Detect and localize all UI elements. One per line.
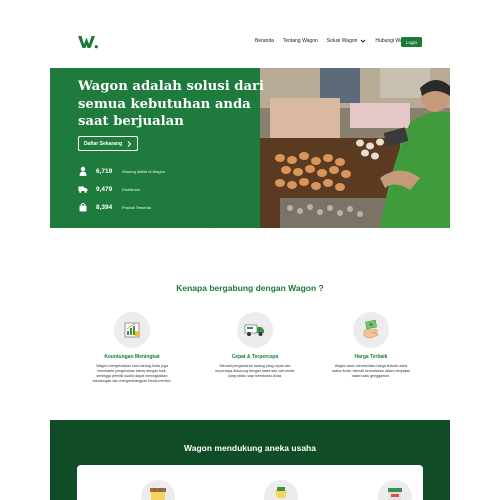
stat-label: Distributor xyxy=(122,186,141,192)
feature-description: Wagon akan memberikan harga terbaik untu… xyxy=(331,364,411,379)
stat-value: 6,719 xyxy=(96,167,113,175)
hero-title: Wagon adalah solusi dari semua kebutuhan… xyxy=(78,79,265,129)
business-types-card xyxy=(77,465,423,500)
stat-distributor: 9,479 Distributor xyxy=(78,183,140,195)
register-now-button[interactable]: Daftar Sekarang xyxy=(78,136,138,151)
feature-title: Keuntungan Meningkat xyxy=(104,354,160,360)
feature-keuntungan: Keuntungan Meningkat Wagon mengelolakan … xyxy=(82,312,182,384)
truck-icon xyxy=(78,186,88,193)
support-title: Wagon mendukung aneka usaha xyxy=(184,443,316,453)
shop-icon xyxy=(150,488,166,500)
feature-icon-circle xyxy=(353,312,389,348)
business-icon-circle[interactable] xyxy=(141,480,175,500)
register-now-label: Daftar Sekarang xyxy=(83,140,123,147)
bag-icon xyxy=(79,203,87,212)
stat-value: 8,394 xyxy=(96,203,113,211)
feature-harga: Harga Terbaik Wagon akan memberikan harg… xyxy=(321,312,421,379)
business-icon-circle[interactable] xyxy=(378,480,412,500)
feature-description: Nikmati pengantaran barang yang cepat da… xyxy=(215,364,295,379)
cart-icon xyxy=(275,487,287,498)
business-icon-circle[interactable] xyxy=(264,480,298,500)
feature-icon-circle xyxy=(114,312,150,348)
store-icon xyxy=(388,488,402,500)
delivery-truck-icon xyxy=(244,324,264,336)
person-icon xyxy=(79,166,87,176)
stat-warung: 6,719 Warung daftar di Wagon xyxy=(78,165,165,177)
chart-icon xyxy=(124,322,140,338)
feature-icon-circle xyxy=(237,312,273,348)
feature-cepat: Cepat & Terpercaya Nikmati pengantaran b… xyxy=(205,312,305,379)
nav-tentang[interactable]: Tentang Wagon xyxy=(283,38,318,44)
why-join-title: Kenapa bergabung dengan Wagon ? xyxy=(176,283,324,293)
stat-label: Warung daftar di Wagon xyxy=(122,168,166,174)
money-hand-icon xyxy=(363,319,379,339)
feature-title: Cepat & Terpercaya xyxy=(231,354,279,360)
login-button[interactable]: Login xyxy=(401,37,422,47)
nav-solusi: Solusi Wagon xyxy=(326,38,358,44)
chevron-right-icon xyxy=(127,140,132,147)
feature-title: Harga Terbaik xyxy=(354,354,388,360)
nav-beranda[interactable]: Beranda xyxy=(255,38,274,44)
hero-banner: Wagon adalah solusi dari semua kebutuhan… xyxy=(50,68,450,228)
feature-description: Wagon mengelolakan stok barang Anda juga… xyxy=(92,364,172,384)
chevron-down-icon xyxy=(361,39,366,43)
stat-label: Produk Tersedia xyxy=(122,204,151,210)
nav-solusi-dropdown[interactable]: Solusi Wagon xyxy=(327,38,367,44)
wagon-logo[interactable] xyxy=(78,35,98,49)
support-section: Wagon mendukung aneka usaha xyxy=(50,420,450,500)
top-header: Beranda Tentang Wagon Solusi Wagon Hubun… xyxy=(0,0,500,68)
stat-produk: 8,394 Produk Tersedia xyxy=(78,201,151,213)
main-nav: Beranda Tentang Wagon Solusi Wagon Hubun… xyxy=(255,38,411,44)
stat-value: 9,479 xyxy=(96,185,113,193)
